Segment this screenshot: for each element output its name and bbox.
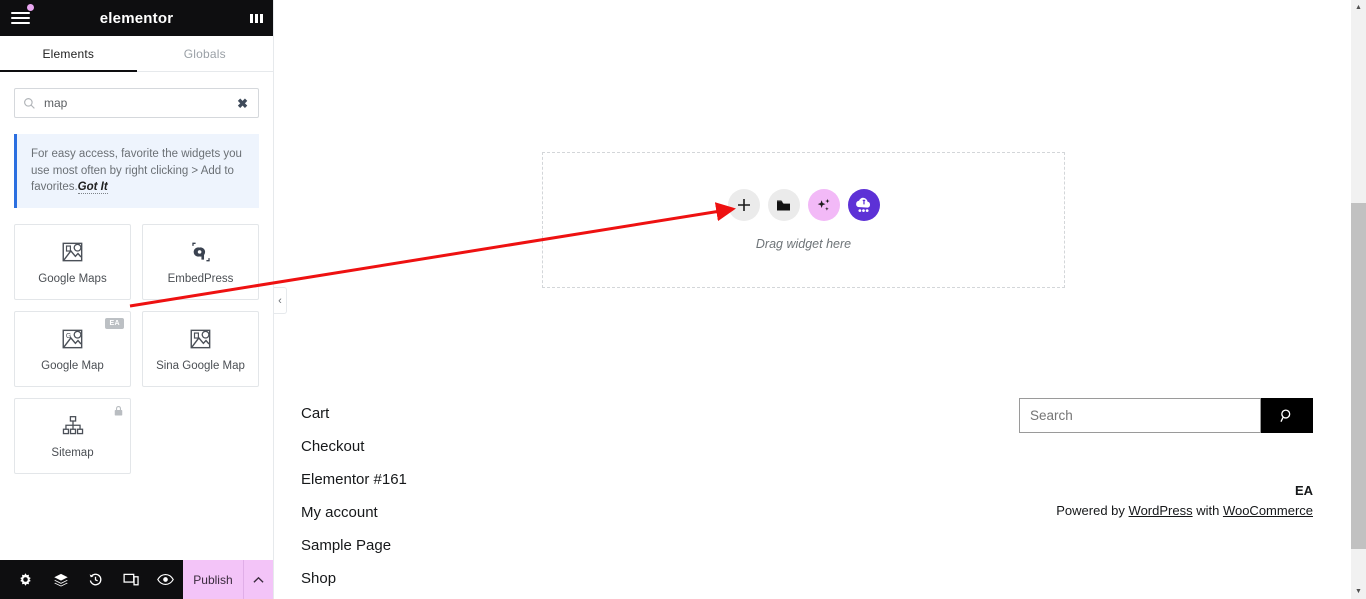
cloud-icon	[856, 197, 871, 212]
plus-icon	[737, 199, 750, 211]
powered-by-middle: with	[1192, 503, 1223, 519]
ai-sparkle-button[interactable]	[807, 189, 840, 221]
footer-link-sample-page[interactable]: Sample Page	[301, 529, 407, 562]
panel-footer: Publish	[0, 560, 273, 599]
footer-link-my-account[interactable]: My account	[301, 496, 407, 529]
panel-collapse-handle[interactable]: ‹	[274, 287, 287, 314]
map-image-icon	[190, 329, 210, 349]
powered-by-prefix: Powered by	[1056, 503, 1129, 519]
lock-icon	[113, 404, 124, 422]
embedpress-icon	[191, 242, 210, 262]
widget-card-label: Google Map	[41, 360, 104, 373]
publish-options-caret-icon[interactable]	[242, 560, 273, 599]
search-icon	[24, 97, 35, 109]
scrollbar-down-arrow[interactable]: ▼	[1351, 584, 1366, 599]
page-canvas: Drag widget here Cart Checkout Elementor…	[274, 0, 1366, 599]
drag-widget-hint: Drag widget here	[755, 237, 852, 251]
widget-card-sina-google-map[interactable]: Sina Google Map	[142, 311, 259, 388]
history-clock-icon[interactable]	[78, 560, 113, 599]
responsive-preview-icon[interactable]	[113, 560, 148, 599]
widget-card-label: EmbedPress	[167, 273, 234, 286]
grid-apps-icon[interactable]	[250, 13, 263, 23]
clear-search-icon[interactable]: ✖	[235, 95, 250, 112]
map-image-icon	[62, 242, 82, 262]
scrollbar-thumb[interactable]	[1351, 203, 1366, 549]
panel-header: elementor	[0, 0, 273, 36]
add-folder-template-button[interactable]	[767, 189, 800, 221]
site-search-form	[1019, 398, 1313, 433]
sparkle-icon	[817, 198, 830, 211]
essential-addons-badge: EA	[105, 318, 124, 330]
tab-elements[interactable]: Elements	[0, 36, 137, 72]
hamburger-menu-icon[interactable]	[8, 3, 35, 29]
elementor-cloud-button[interactable]	[847, 189, 880, 221]
footer-link-shop[interactable]: Shop	[301, 562, 407, 595]
site-footer: Cart Checkout Elementor #161 My account …	[274, 380, 1366, 599]
footer-link-elementor-161[interactable]: Elementor #161	[301, 463, 407, 496]
widget-card-label: Sitemap	[51, 447, 94, 460]
panel-footer-icons	[0, 560, 183, 599]
panel-tabs: Elements Globals	[0, 36, 273, 72]
svg-text:G: G	[65, 333, 70, 340]
elementor-editor: elementor Elements Globals ✖	[0, 0, 1366, 599]
widget-card-sitemap[interactable]: Sitemap	[14, 398, 131, 475]
footer-links-list: Cart Checkout Elementor #161 My account …	[301, 397, 407, 595]
footer-credit: EA Powered by WordPress with WooCommerce	[1019, 481, 1313, 521]
publish-button[interactable]: Publish	[183, 560, 243, 599]
site-search-input[interactable]	[1019, 398, 1261, 433]
widget-card-label: Google Maps	[38, 273, 107, 286]
favorites-notice-text: For easy access, favorite the widgets yo…	[31, 148, 242, 194]
tab-elements-label: Elements	[42, 46, 95, 61]
favorites-notice: For easy access, favorite the widgets yo…	[14, 134, 259, 209]
footer-link-checkout[interactable]: Checkout	[301, 430, 407, 463]
widget-card-google-map[interactable]: EA G Google Map	[14, 311, 131, 388]
woocommerce-link[interactable]: WooCommerce	[1223, 503, 1313, 518]
sitemap-icon	[62, 416, 83, 435]
ea-badge-text: EA	[1294, 483, 1313, 498]
add-element-buttons-row	[727, 189, 880, 221]
canvas-scrollbar[interactable]: ▲ ▼	[1351, 0, 1366, 599]
widget-card-embedpress[interactable]: EmbedPress	[142, 224, 259, 301]
widget-search-box[interactable]: ✖	[14, 88, 259, 118]
editor-panel: elementor Elements Globals ✖	[0, 0, 287, 599]
footer-right-column: EA Powered by WordPress with WooCommerce	[1019, 398, 1313, 521]
layers-navigator-icon[interactable]	[43, 560, 78, 599]
favorites-notice-cta[interactable]: Got It	[77, 181, 108, 195]
tab-globals[interactable]: Globals	[137, 36, 274, 71]
panel-body: ✖ For easy access, favorite the widgets …	[0, 72, 273, 560]
scrollbar-up-arrow[interactable]: ▲	[1351, 0, 1366, 15]
footer-link-cart[interactable]: Cart	[301, 397, 407, 430]
widget-card-google-maps[interactable]: Google Maps	[14, 224, 131, 301]
tab-globals-label: Globals	[183, 46, 226, 61]
elementor-logo-title: elementor	[99, 9, 174, 27]
widget-card-label: Sina Google Map	[156, 360, 245, 373]
widget-results-grid: Google Maps EmbedPress EA G Google Map S…	[14, 224, 259, 475]
map-image-icon: G	[62, 329, 82, 349]
add-element-button[interactable]	[727, 189, 760, 221]
empty-drop-section[interactable]: Drag widget here	[542, 152, 1065, 288]
search-icon	[1280, 408, 1291, 422]
search-input[interactable]	[36, 96, 236, 110]
notification-dot-icon	[26, 3, 35, 12]
settings-gear-icon[interactable]	[8, 560, 43, 599]
preview-eye-icon[interactable]	[148, 560, 183, 599]
folder-icon	[777, 199, 790, 211]
wordpress-link[interactable]: WordPress	[1129, 503, 1193, 518]
site-search-button[interactable]	[1261, 398, 1313, 433]
